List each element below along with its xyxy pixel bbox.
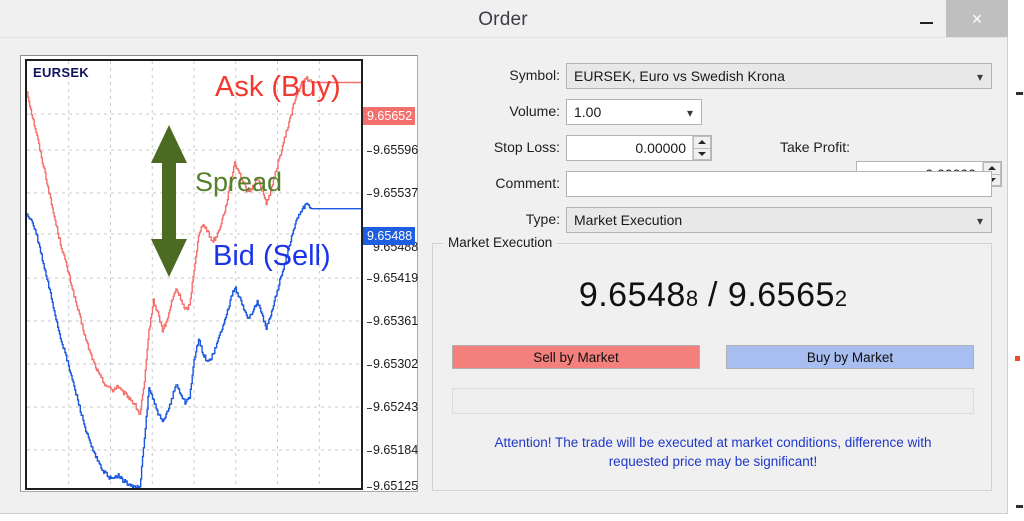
caret-down-icon [698, 152, 706, 156]
symbol-select[interactable]: EURSEK, Euro vs Swedish Krona ▾ [566, 63, 992, 89]
bid-annotation: Bid (Sell) [213, 240, 331, 273]
type-label: Type: [432, 207, 560, 231]
price-axis-tickmark [367, 151, 372, 152]
price-axis-tick: 9.65596 [373, 143, 418, 157]
price-axis-tickmark [367, 365, 372, 366]
type-row: Type: Market Execution ▾ [432, 207, 992, 233]
type-value: Market Execution [574, 212, 682, 228]
symbol-label: Symbol: [432, 63, 560, 87]
bid-price-last-digit: 8 [686, 286, 698, 311]
price-axis-tick: 9.65184 [373, 443, 418, 457]
minimize-icon [920, 22, 933, 24]
volume-row: Volume: 1.00 ▾ [432, 99, 992, 125]
background-artifact-mark [1016, 92, 1023, 95]
price-axis-tick: 9.65361 [373, 314, 418, 328]
volume-value: 1.00 [574, 104, 601, 120]
price-chart-panel: EURSEK Ask (Buy) Spread Bid (Sell) 9.655… [20, 55, 418, 492]
minimize-button[interactable] [906, 0, 946, 37]
sell-by-market-button[interactable]: Sell by Market [452, 345, 700, 369]
caret-up-icon [698, 140, 706, 144]
bid-price-main: 9.6548 [579, 276, 686, 314]
chart-symbol-label: EURSEK [33, 65, 89, 80]
symbol-value: EURSEK, Euro vs Swedish Krona [574, 68, 785, 84]
chevron-down-icon: ▾ [977, 64, 983, 90]
title-bar-separator [0, 37, 1006, 38]
market-execution-group: Market Execution 9.65488 / 9.65652 Sell … [432, 243, 992, 491]
background-artifact-dot [1015, 356, 1020, 361]
spread-annotation: Spread [195, 167, 282, 198]
spread-arrow-icon [147, 123, 191, 279]
take-profit-label: Take Profit: [730, 135, 850, 159]
price-axis-tick: 9.65243 [373, 400, 418, 414]
screen: Order × EURSEK [0, 0, 1024, 521]
caret-up-icon [988, 166, 996, 170]
close-icon: × [972, 10, 983, 28]
close-button[interactable]: × [946, 0, 1008, 37]
comment-row: Comment: [432, 171, 992, 197]
title-bar: Order [0, 0, 1006, 38]
price-axis-tickmark [367, 194, 372, 195]
price-axis-tickmark [367, 487, 372, 488]
order-status-field [452, 388, 974, 414]
comment-label: Comment: [432, 171, 560, 195]
stop-loss-value: 0.00000 [567, 140, 692, 156]
price-axis-tick: 9.65302 [373, 357, 418, 371]
order-dialog: Order × EURSEK [0, 0, 1008, 514]
bid-price-badge: 9.65488 [363, 227, 415, 245]
stop-loss-decrement-button[interactable] [693, 148, 711, 161]
symbol-row: Symbol: EURSEK, Euro vs Swedish Krona ▾ [432, 63, 992, 89]
attention-line-2: requested price may be significant! [453, 452, 973, 471]
comment-input[interactable] [566, 171, 992, 197]
chart-svg [27, 61, 361, 488]
ask-price-last-digit: 2 [835, 286, 847, 311]
current-quote: 9.65488 / 9.65652 [433, 276, 993, 315]
price-axis-tick: 9.65537 [373, 186, 418, 200]
volume-select[interactable]: 1.00 ▾ [566, 99, 702, 125]
attention-message: Attention! The trade will be executed at… [453, 433, 973, 471]
order-form: Symbol: EURSEK, Euro vs Swedish Krona ▾ … [432, 55, 992, 235]
price-axis-tickmark [367, 408, 372, 409]
stop-loss-stepper[interactable]: 0.00000 [566, 135, 712, 161]
type-select[interactable]: Market Execution ▾ [566, 207, 992, 233]
price-axis-tickmark [367, 451, 372, 452]
stop-loss-row: Stop Loss: 0.00000 Take Profit: 0.00000 [432, 135, 992, 161]
market-execution-group-title: Market Execution [443, 235, 557, 250]
price-axis-tick: 9.65419 [373, 271, 418, 285]
stop-loss-spin-buttons[interactable] [692, 136, 711, 160]
price-axis: 9.65596 9.65537 9.65419 9.65361 9.65302 9.652… [367, 59, 415, 490]
price-axis-tick: 9.65125 [373, 479, 418, 493]
quote-separator: / [698, 276, 728, 314]
ask-annotation: Ask (Buy) [215, 71, 341, 104]
price-axis-tickmark [367, 279, 372, 280]
window-title: Order [0, 9, 1006, 31]
chevron-down-icon: ▾ [977, 208, 983, 234]
chevron-down-icon: ▾ [687, 100, 693, 126]
chart-canvas [27, 61, 361, 488]
ask-price-badge: 9.65652 [363, 107, 415, 125]
stop-loss-label: Stop Loss: [432, 135, 560, 159]
buy-by-market-button[interactable]: Buy by Market [726, 345, 974, 369]
ask-price-main: 9.6565 [728, 276, 835, 314]
chart-plot-area[interactable]: EURSEK Ask (Buy) Spread Bid (Sell) [25, 59, 363, 490]
stop-loss-increment-button[interactable] [693, 136, 711, 148]
background-artifact-mark-bottom [1016, 505, 1023, 508]
desktop-background [1008, 0, 1024, 521]
attention-line-1: Attention! The trade will be executed at… [453, 433, 973, 452]
volume-label: Volume: [432, 99, 560, 123]
price-axis-tickmark [367, 322, 372, 323]
